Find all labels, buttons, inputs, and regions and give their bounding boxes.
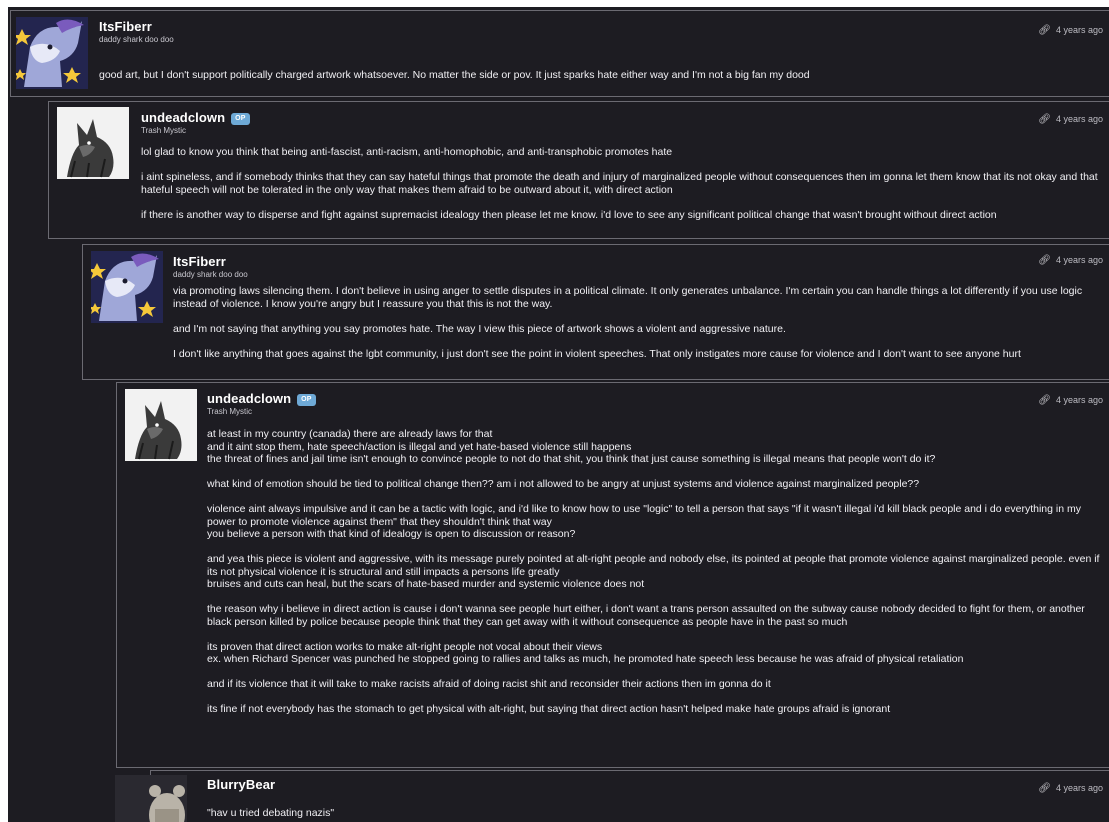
comment: undeadclown OP Trash Mystic 🔗︎ 4 years ago… <box>48 101 1109 239</box>
comment-body: good art, but I don't support politicall… <box>99 69 1103 82</box>
timestamp-text: 4 years ago <box>1055 255 1103 265</box>
op-badge: OP <box>231 112 250 125</box>
comment-header: undeadclown OP Trash Mystic <box>207 391 316 416</box>
link-icon: 🔗︎ <box>1038 395 1051 406</box>
comment-text: the reason why i believe in direct actio… <box>207 603 1085 628</box>
comment-header: ItsFiberr daddy shark doo doo <box>99 19 174 44</box>
timestamp[interactable]: 🔗︎ 4 years ago <box>1038 395 1103 406</box>
avatar[interactable] <box>57 107 129 179</box>
comment-text: i aint spineless, and if somebody thinks… <box>141 171 1098 196</box>
timestamp-text: 4 years ago <box>1055 25 1103 35</box>
user-title: Trash Mystic <box>141 126 187 135</box>
comment-text: good art, but I don't support politicall… <box>99 69 810 81</box>
comment-text: what kind of emotion should be tied to p… <box>207 478 920 490</box>
op-badge: OP <box>297 393 316 406</box>
comment-text: and yea this piece is violent and aggres… <box>207 553 1100 578</box>
comment-text: you believe a person with that kind of i… <box>207 528 576 540</box>
timestamp[interactable]: 🔗︎ 4 years ago <box>1038 255 1103 266</box>
link-icon: 🔗︎ <box>1038 255 1051 266</box>
comment-text: bruises and cuts can heal, but the scars… <box>207 578 645 590</box>
comment: ItsFiberr daddy shark doo doo 🔗︎ 4 years … <box>82 244 1109 380</box>
link-icon: 🔗︎ <box>1038 783 1051 794</box>
comment-text: "hav u tried debating nazis" <box>207 807 335 819</box>
comment-header: ItsFiberr daddy shark doo doo <box>173 254 248 279</box>
comment-text: its fine if not everybody has the stomac… <box>207 703 891 715</box>
comment-text: and it aint stop them, hate speech/actio… <box>207 440 632 453</box>
comment: undeadclown OP Trash Mystic 🔗︎ 4 years ago… <box>116 382 1109 768</box>
username-text: undeadclown <box>207 391 292 406</box>
user-title: daddy shark doo doo <box>173 270 248 279</box>
comment-body: "hav u tried debating nazis" <box>207 807 1103 820</box>
timestamp-text: 4 years ago <box>1055 395 1103 405</box>
username-text: undeadclown <box>141 110 226 125</box>
link-icon: 🔗︎ <box>1038 25 1051 36</box>
comment-text: the threat of fines and jail time isn't … <box>207 453 936 465</box>
comment-text: at least in my country (canada) there ar… <box>207 428 493 440</box>
comment: BlurryBear 🔗︎ 4 years ago "hav u tried de… <box>115 770 1109 822</box>
avatar[interactable] <box>115 775 187 822</box>
comment-body: at least in my country (canada) there ar… <box>207 428 1103 716</box>
timestamp-text: 4 years ago <box>1055 114 1103 124</box>
timestamp[interactable]: 🔗︎ 4 years ago <box>1038 783 1103 794</box>
avatar[interactable] <box>91 251 163 323</box>
comment-header: undeadclown OP Trash Mystic <box>141 110 250 135</box>
comment-header: BlurryBear <box>207 777 275 792</box>
timestamp-text: 4 years ago <box>1055 783 1103 793</box>
comment-text: and if its violence that it will take to… <box>207 678 771 690</box>
comment-text: lol glad to know you think that being an… <box>141 146 673 158</box>
avatar[interactable] <box>16 17 88 89</box>
comment-body: lol glad to know you think that being an… <box>141 146 1103 221</box>
timestamp[interactable]: 🔗︎ 4 years ago <box>1038 114 1103 125</box>
comment-body: via promoting laws silencing them. I don… <box>173 285 1103 360</box>
username[interactable]: BlurryBear <box>207 777 275 792</box>
user-title: daddy shark doo doo <box>99 35 174 44</box>
comment-text: I don't like anything that goes against … <box>173 347 1021 360</box>
comment-text: via promoting laws silencing them. I don… <box>173 285 1083 310</box>
username[interactable]: undeadclown OP <box>207 391 316 406</box>
comment-thread: ItsFiberr daddy shark doo doo 🔗︎ 4 years … <box>8 7 1109 822</box>
comment-text: and I'm not saying that anything you say… <box>173 322 786 335</box>
link-icon: 🔗︎ <box>1038 114 1051 125</box>
username[interactable]: ItsFiberr <box>99 19 174 34</box>
timestamp[interactable]: 🔗︎ 4 years ago <box>1038 25 1103 36</box>
user-title: Trash Mystic <box>207 407 253 416</box>
username[interactable]: undeadclown OP <box>141 110 250 125</box>
comment: ItsFiberr daddy shark doo doo 🔗︎ 4 years … <box>10 10 1109 97</box>
comment-text: ex. when Richard Spencer was punched he … <box>207 653 964 665</box>
username[interactable]: ItsFiberr <box>173 254 248 269</box>
comment-text: violence aint always impulsive and it ca… <box>207 503 1081 528</box>
comment-text: its proven that direct action works to m… <box>207 640 603 653</box>
avatar[interactable] <box>125 389 197 461</box>
comment-text: if there is another way to disperse and … <box>141 208 997 221</box>
